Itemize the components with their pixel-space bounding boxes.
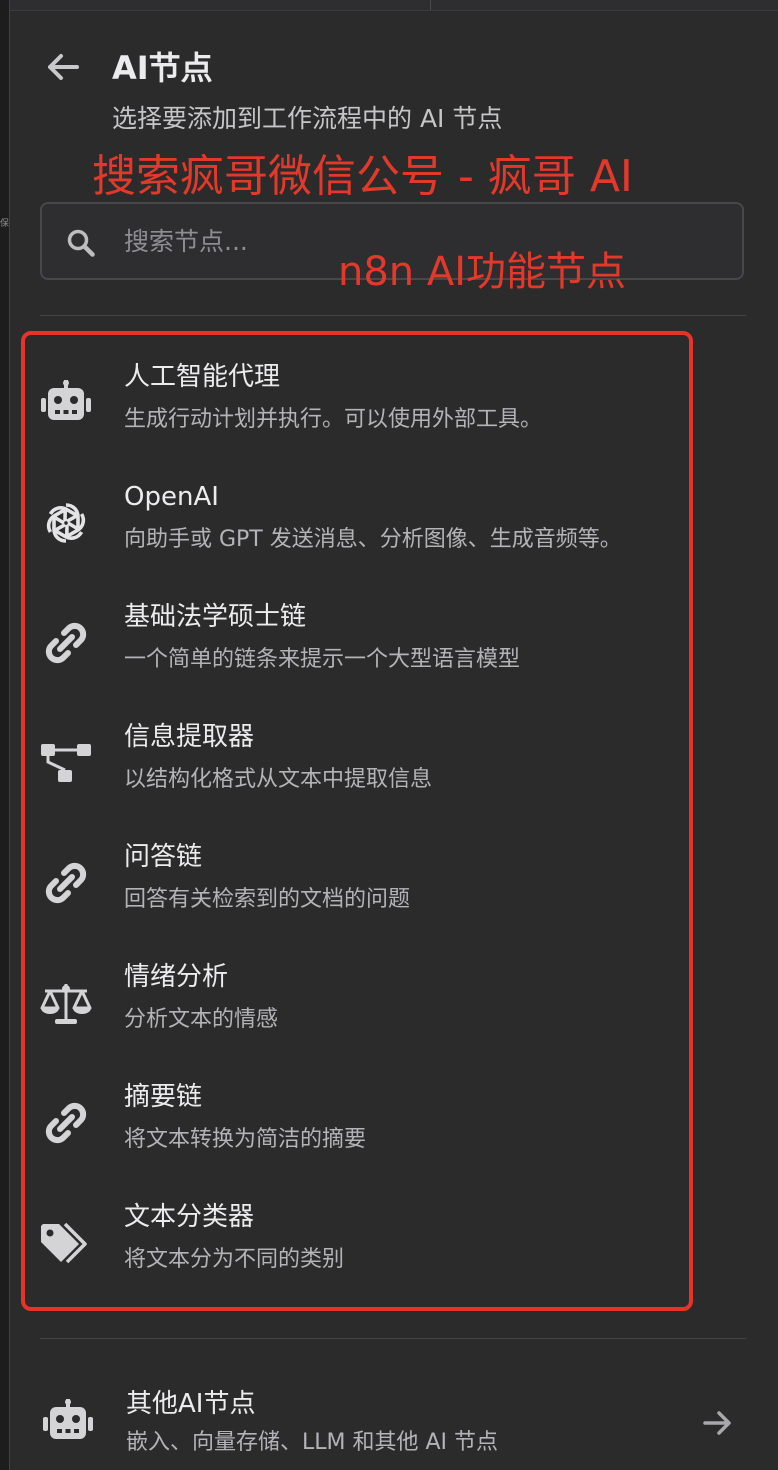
- node-item-information-extractor[interactable]: 信息提取器 以结构化格式从文本中提取信息: [30, 715, 680, 819]
- page-subtitle: 选择要添加到工作流程中的 AI 节点: [112, 104, 503, 133]
- node-title: 基础法学硕士链: [124, 602, 307, 632]
- page-title: AI节点: [112, 49, 213, 87]
- node-description: 以结构化格式从文本中提取信息: [124, 767, 433, 792]
- node-description: 分析文本的情感: [124, 1007, 279, 1032]
- robot-icon: [38, 375, 94, 431]
- node-item-ai-agent[interactable]: 人工智能代理 生成行动计划并执行。可以使用外部工具。: [30, 355, 680, 459]
- search-input-placeholder[interactable]: 搜索节点...: [124, 224, 248, 260]
- node-description: 将文本转换为简洁的摘要: [124, 1127, 367, 1152]
- node-item-openai[interactable]: OpenAI 向助手或 GPT 发送消息、分析图像、生成音频等。: [30, 475, 680, 579]
- node-title: 情绪分析: [124, 962, 229, 992]
- link-icon: [38, 1095, 94, 1151]
- header-divider: [40, 315, 746, 316]
- node-description: 回答有关检索到的文档的问题: [124, 887, 411, 912]
- search-icon: [66, 228, 96, 258]
- annotation-text-1: 搜索疯哥微信公号 - 疯哥 AI: [92, 151, 633, 202]
- node-title: 问答链: [124, 842, 203, 872]
- arrow-left-icon: [47, 53, 79, 85]
- other-ai-nodes-title: 其他AI节点: [126, 1389, 256, 1419]
- arrow-right-icon[interactable]: [702, 1408, 732, 1438]
- annotation-text-2: n8n AI功能节点: [338, 249, 627, 295]
- tags-icon: [38, 1215, 94, 1271]
- node-item-qa-chain[interactable]: 问答链 回答有关检索到的文档的问题: [30, 835, 680, 939]
- other-ai-nodes-item[interactable]: 其他AI节点 嵌入、向量存储、LLM 和其他 AI 节点: [30, 1372, 746, 1470]
- robot-icon: [40, 1394, 96, 1450]
- node-description: 将文本分为不同的类别: [124, 1247, 345, 1272]
- back-button[interactable]: [44, 50, 82, 88]
- link-icon: [38, 615, 94, 671]
- top-strip: [10, 0, 778, 11]
- sitemap-icon: [38, 735, 94, 791]
- node-description: 向助手或 GPT 发送消息、分析图像、生成音频等。: [124, 527, 622, 552]
- node-title: 文本分类器: [124, 1202, 255, 1232]
- other-ai-nodes-description: 嵌入、向量存储、LLM 和其他 AI 节点: [126, 1430, 499, 1455]
- node-title: 摘要链: [124, 1082, 203, 1112]
- node-item-basic-llm-chain[interactable]: 基础法学硕士链 一个简单的链条来提示一个大型语言模型: [30, 595, 680, 699]
- node-title: 人工智能代理: [124, 362, 281, 392]
- link-icon: [38, 855, 94, 911]
- ai-nodes-panel: 保 AI节点 选择要添加到工作流程中的 AI 节点 搜索疯哥微信公号 - 疯哥 …: [0, 0, 778, 1470]
- node-description: 一个简单的链条来提示一个大型语言模型: [124, 647, 521, 672]
- panel-border: [9, 0, 10, 1470]
- balance-scale-icon: [38, 975, 94, 1031]
- canvas-edge-glyph: 保: [0, 219, 10, 229]
- node-title: OpenAI: [124, 482, 219, 512]
- openai-logo-icon: [38, 495, 94, 551]
- node-item-sentiment-analysis[interactable]: 情绪分析 分析文本的情感: [30, 955, 680, 1059]
- node-title: 信息提取器: [124, 722, 255, 752]
- left-canvas-edge: 保: [0, 0, 10, 1470]
- node-item-text-classifier[interactable]: 文本分类器 将文本分为不同的类别: [30, 1195, 680, 1299]
- top-strip-divider: [430, 0, 431, 10]
- section-divider: [40, 1338, 746, 1339]
- node-description: 生成行动计划并执行。可以使用外部工具。: [124, 407, 543, 432]
- node-item-summarization-chain[interactable]: 摘要链 将文本转换为简洁的摘要: [30, 1075, 680, 1179]
